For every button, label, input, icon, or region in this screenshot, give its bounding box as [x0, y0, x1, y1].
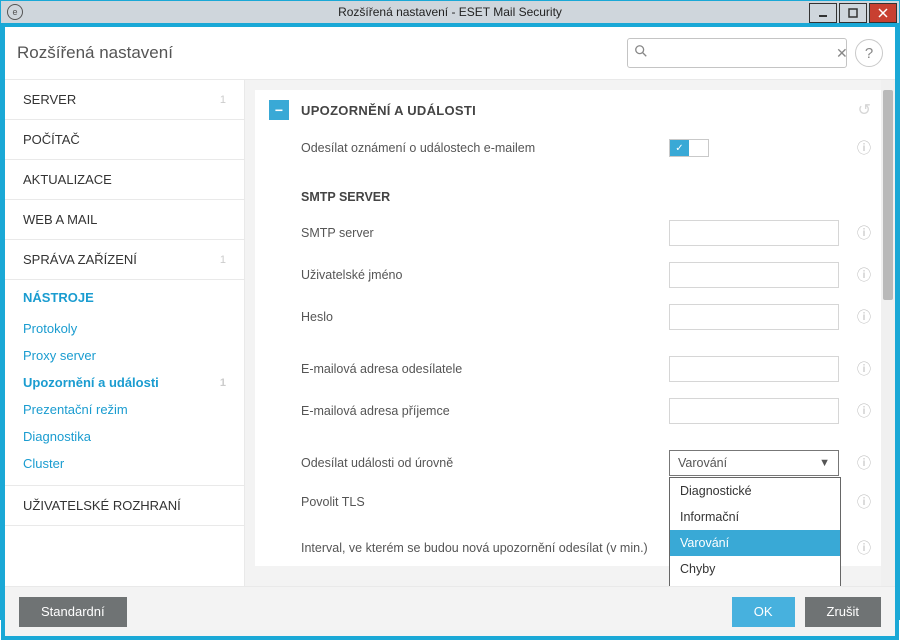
info-icon[interactable]: ⓘ [849, 538, 871, 558]
sidebar-sub-label: Diagnostika [23, 429, 91, 444]
sidebar-sub-label: Prezentační režim [23, 402, 128, 417]
info-icon[interactable]: ⓘ [849, 265, 871, 285]
dd-item-informational[interactable]: Informační [670, 504, 840, 530]
dropdown-selected-text: Varování [678, 456, 727, 470]
sidebar-item-label: SERVER [23, 92, 76, 107]
sidebar-sub-label: Cluster [23, 456, 64, 471]
sidebar-item-computer[interactable]: POČÍTAČ [5, 120, 244, 160]
label-smtp-pass: Heslo [301, 310, 669, 324]
sidebar-sub-alerts[interactable]: Upozornění a události 1 [5, 369, 244, 396]
sidebar-sub-label: Protokoly [23, 321, 77, 336]
sidebar-item-server[interactable]: SERVER 1 [5, 80, 244, 120]
breadcrumb: Rozšířená nastavení [17, 43, 627, 63]
sidebar-item-web-mail[interactable]: WEB A MAIL [5, 200, 244, 240]
info-icon[interactable]: ⓘ [849, 453, 871, 473]
sidebar-badge: 1 [220, 377, 226, 389]
input-smtp-user[interactable] [669, 262, 839, 288]
toggle-send-email[interactable]: ✓ [669, 139, 709, 157]
sidebar-item-label: AKTUALIZACE [23, 172, 112, 187]
search-input-wrapper[interactable]: ✕ [627, 38, 847, 68]
dd-item-critical[interactable]: Kritické [670, 582, 840, 586]
sidebar-sub-label: Upozornění a události [23, 375, 159, 390]
info-icon[interactable]: ⓘ [849, 401, 871, 421]
info-icon[interactable]: ⓘ [849, 359, 871, 379]
sidebar: SERVER 1 POČÍTAČ AKTUALIZACE WEB A MAIL … [5, 80, 245, 586]
smtp-section-head: SMTP SERVER [255, 176, 885, 212]
ok-button[interactable]: OK [732, 597, 795, 627]
titlebar: e Rozšířená nastavení - ESET Mail Securi… [1, 1, 899, 23]
label-interval: Interval, ve kterém se budou nová upozor… [301, 541, 669, 555]
cancel-button[interactable]: Zrušit [805, 597, 882, 627]
topbar: Rozšířená nastavení ✕ ? [5, 27, 895, 79]
label-tls: Povolit TLS [301, 495, 669, 509]
row-send-notifications: Odesílat oznámení o událostech e-mailem … [255, 130, 885, 166]
sidebar-sub-presentation[interactable]: Prezentační režim [5, 396, 244, 423]
sidebar-head-tools[interactable]: NÁSTROJE [5, 280, 244, 315]
sidebar-sub-cluster[interactable]: Cluster [5, 450, 244, 477]
info-icon[interactable]: ⓘ [849, 223, 871, 243]
collapse-icon[interactable]: − [269, 100, 289, 120]
row-sender: E-mailová adresa odesílatele ⓘ [255, 348, 885, 390]
info-icon[interactable]: ⓘ [849, 492, 871, 512]
label-smtp-server: SMTP server [301, 226, 669, 240]
sidebar-item-label: POČÍTAČ [23, 132, 80, 147]
sidebar-sub-proxy[interactable]: Proxy server [5, 342, 244, 369]
label-sender: E-mailová adresa odesílatele [301, 362, 669, 376]
close-button[interactable] [869, 3, 897, 23]
check-icon: ✓ [670, 140, 689, 156]
sidebar-item-update[interactable]: AKTUALIZACE [5, 160, 244, 200]
info-icon[interactable]: ⓘ [849, 307, 871, 327]
dropdown-menu: Diagnostické Informační Varování Chyby K… [669, 477, 841, 586]
section-title: UPOZORNĚNÍ A UDÁLOSTI [301, 103, 476, 118]
window-title: Rozšířená nastavení - ESET Mail Security [1, 5, 899, 19]
row-recipient: E-mailová adresa příjemce ⓘ [255, 390, 885, 432]
revert-icon[interactable]: ↺ [858, 100, 871, 120]
section-header: − UPOZORNĚNÍ A UDÁLOSTI ↺ [255, 90, 885, 130]
sidebar-sub-protocols[interactable]: Protokoly [5, 315, 244, 342]
sidebar-sub-label: Proxy server [23, 348, 96, 363]
sidebar-item-device-control[interactable]: SPRÁVA ZAŘÍZENÍ 1 [5, 240, 244, 280]
sidebar-sub-diagnostics[interactable]: Diagnostika [5, 423, 244, 450]
help-button[interactable]: ? [855, 39, 883, 67]
row-smtp-server: SMTP server ⓘ [255, 212, 885, 254]
minimize-button[interactable] [809, 3, 837, 23]
label-send-email: Odesílat oznámení o událostech e-mailem [301, 141, 669, 155]
search-input[interactable] [654, 46, 830, 61]
input-smtp-pass[interactable] [669, 304, 839, 330]
row-smtp-pass: Heslo ⓘ [255, 296, 885, 338]
input-smtp-server[interactable] [669, 220, 839, 246]
sidebar-item-label: UŽIVATELSKÉ ROZHRANÍ [23, 498, 181, 513]
row-smtp-user: Uživatelské jméno ⓘ [255, 254, 885, 296]
label-level: Odesílat události od úrovně [301, 456, 669, 470]
sidebar-item-ui[interactable]: UŽIVATELSKÉ ROZHRANÍ [5, 486, 244, 526]
label-recipient: E-mailová adresa příjemce [301, 404, 669, 418]
row-level: Odesílat události od úrovně Varování ▼ D… [255, 442, 885, 484]
sidebar-badge: 1 [220, 94, 226, 106]
input-sender[interactable] [669, 356, 839, 382]
dd-item-diagnostic[interactable]: Diagnostické [670, 478, 840, 504]
label-smtp-user: Uživatelské jméno [301, 268, 669, 282]
clear-search-icon[interactable]: ✕ [836, 45, 848, 62]
maximize-button[interactable] [839, 3, 867, 23]
app-icon: e [7, 4, 23, 20]
dropdown-level[interactable]: Varování ▼ Diagnostické Informační Varov… [669, 450, 839, 476]
dd-item-errors[interactable]: Chyby [670, 556, 840, 582]
content-area: − UPOZORNĚNÍ A UDÁLOSTI ↺ Odesílat oznám… [245, 80, 895, 586]
sidebar-item-label: SPRÁVA ZAŘÍZENÍ [23, 252, 137, 267]
chevron-down-icon: ▼ [819, 457, 830, 469]
sidebar-badge: 1 [220, 254, 226, 266]
standard-button[interactable]: Standardní [19, 597, 127, 627]
scrollbar[interactable] [881, 80, 895, 586]
footer: Standardní OK Zrušit [5, 586, 895, 636]
scrollbar-thumb[interactable] [883, 90, 893, 300]
search-icon [634, 44, 648, 63]
info-icon[interactable]: ⓘ [849, 138, 871, 158]
dd-item-warning[interactable]: Varování [670, 530, 840, 556]
sidebar-item-label: WEB A MAIL [23, 212, 97, 227]
input-recipient[interactable] [669, 398, 839, 424]
